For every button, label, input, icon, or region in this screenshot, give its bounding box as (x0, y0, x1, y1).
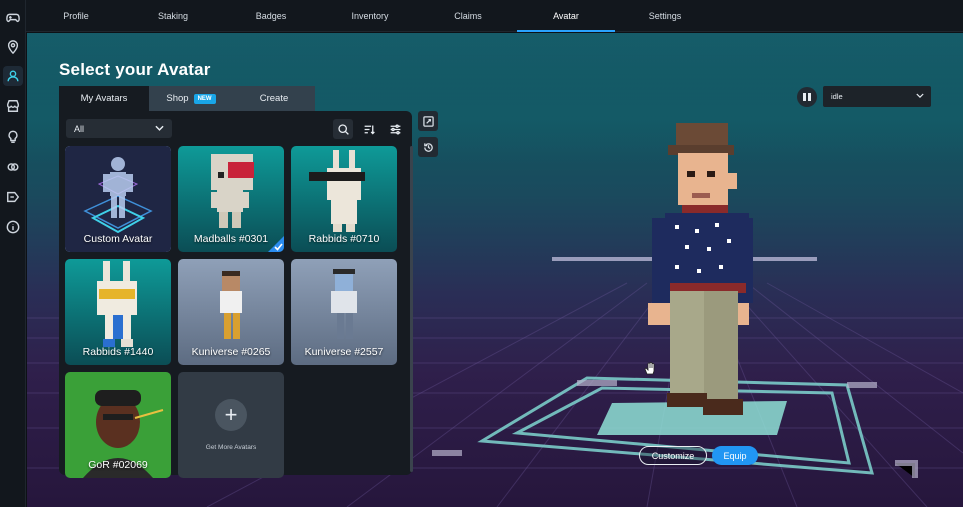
customize-button[interactable]: Customize (639, 446, 707, 465)
sort-button[interactable] (359, 119, 379, 139)
avatar-card-label: Kuniverse #0265 (191, 346, 271, 358)
tab-badges[interactable]: Badges (222, 0, 320, 32)
avatar-card-rabbids-1440[interactable]: Rabbids #1440 (65, 259, 171, 365)
avatar-card-madballs-0301[interactable]: Madballs #0301 (178, 146, 284, 252)
get-more-avatars-button[interactable]: + Get More Avatars (178, 372, 284, 478)
page-title: Select your Avatar (59, 60, 211, 79)
expand-icon (422, 115, 434, 127)
avatar-card-custom[interactable]: Custom Avatar (65, 146, 171, 252)
hand-cursor-icon (644, 362, 655, 375)
store-icon[interactable] (3, 96, 23, 116)
equip-button[interactable]: Equip (712, 446, 758, 465)
tab-shop-label: Shop (166, 93, 189, 104)
avatar-card-kuniverse-2557[interactable]: Kuniverse #2557 (291, 259, 397, 365)
animation-dropdown[interactable]: idle (823, 86, 931, 107)
avatar-card-label: Rabbids #0710 (308, 233, 380, 245)
get-more-label: Get More Avatars (205, 444, 257, 451)
search-button[interactable] (333, 119, 353, 139)
avatar-panel: All Custom Avatar Madballs #0301 Rabbids… (59, 111, 412, 478)
top-navigation: Profile Staking Badges Inventory Claims … (26, 0, 963, 32)
search-icon (337, 123, 349, 135)
panel-scrollbar[interactable] (410, 146, 413, 472)
left-sidebar (0, 0, 26, 507)
avatar-card-rabbids-0710[interactable]: Rabbids #0710 (291, 146, 397, 252)
tab-shop[interactable]: Shop NEW (149, 86, 233, 111)
filter-dropdown[interactable]: All (66, 119, 172, 138)
expand-view-button[interactable] (418, 111, 438, 131)
tab-create[interactable]: Create (233, 86, 315, 111)
link-icon[interactable] (3, 157, 23, 177)
equipped-check-icon (268, 236, 284, 252)
gamepad-icon[interactable] (3, 7, 23, 27)
tab-settings[interactable]: Settings (617, 0, 713, 32)
info-icon[interactable] (3, 217, 23, 237)
avatar-card-gor-02069[interactable]: GoR #02069 (65, 372, 171, 478)
lightbulb-icon[interactable] (3, 127, 23, 147)
filter-value: All (74, 123, 85, 134)
filter-settings-button[interactable] (385, 119, 405, 139)
tab-profile[interactable]: Profile (36, 0, 116, 32)
new-badge: NEW (193, 93, 216, 104)
pause-button[interactable] (797, 87, 817, 107)
avatar-card-label: GoR #02069 (88, 459, 148, 471)
avatar-card-label: Kuniverse #2557 (304, 346, 384, 358)
location-pin-icon[interactable] (3, 37, 23, 57)
avatar-character-model (648, 123, 753, 415)
user-icon[interactable] (3, 66, 23, 86)
tab-avatar[interactable]: Avatar (517, 0, 615, 32)
chevron-down-icon (916, 93, 924, 99)
chevron-down-icon (155, 125, 164, 131)
tab-staking[interactable]: Staking (126, 0, 220, 32)
tag-icon[interactable] (3, 187, 23, 207)
history-button[interactable] (418, 137, 438, 157)
tab-inventory[interactable]: Inventory (322, 0, 418, 32)
tab-claims[interactable]: Claims (420, 0, 516, 32)
avatar-card-label: Custom Avatar (83, 233, 153, 245)
animation-value: idle (831, 92, 843, 101)
history-icon (423, 142, 433, 152)
tab-my-avatars[interactable]: My Avatars (59, 86, 149, 111)
avatar-card-label: Rabbids #1440 (82, 346, 154, 358)
sort-icon (364, 124, 375, 134)
sliders-icon (390, 124, 400, 134)
plus-icon: + (215, 399, 247, 431)
avatar-card-kuniverse-0265[interactable]: Kuniverse #0265 (178, 259, 284, 365)
